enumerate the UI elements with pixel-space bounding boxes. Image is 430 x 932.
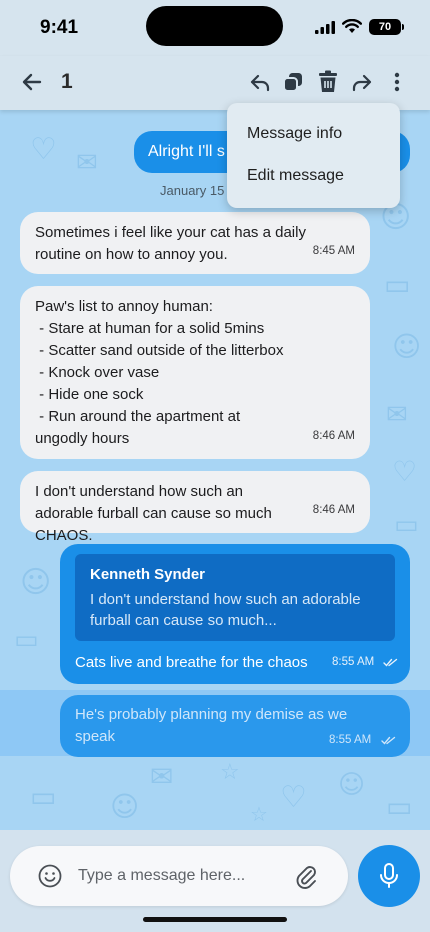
microphone-icon: [380, 863, 398, 888]
chat-doodle: ▭: [14, 625, 39, 655]
chat-doodle: ▭: [394, 510, 419, 540]
envelope-doodle: ✉: [386, 400, 408, 430]
signal-icon: [315, 21, 335, 34]
overflow-menu: Message info Edit message: [227, 103, 400, 208]
message-bubble-incoming[interactable]: I don't understand how such an adorable …: [20, 471, 370, 544]
message-input[interactable]: [78, 864, 278, 888]
dynamic-island: [146, 6, 283, 46]
heart-doodle: ♡: [30, 132, 57, 167]
date-separator: January 15: [160, 183, 225, 198]
smiley-doodle: ☺: [392, 330, 422, 363]
battery-tip: [402, 24, 404, 30]
back-arrow-icon[interactable]: [16, 66, 48, 98]
wifi-icon: [342, 19, 362, 33]
heart-doodle: ♡: [392, 455, 418, 488]
reply-icon[interactable]: [244, 66, 276, 98]
message-bubble-outgoing-selected[interactable]: He's probably planning my demise as we s…: [60, 695, 410, 757]
double-check-icon: [383, 658, 398, 667]
message-text: Alright I'll s: [148, 143, 225, 160]
reply-quote-author: Kenneth Synder: [90, 566, 206, 583]
battery-indicator: 70: [369, 19, 401, 35]
forward-icon[interactable]: [346, 66, 378, 98]
microphone-button[interactable]: [358, 845, 420, 907]
copy-icon[interactable]: [277, 66, 309, 98]
chat-doodle: ▭: [386, 790, 413, 823]
message-time: 8:45 AM: [312, 245, 355, 257]
envelope-doodle: ✉: [76, 148, 98, 178]
star-doodle: ☆: [220, 760, 240, 785]
message-time: 8:46 AM: [312, 504, 355, 516]
message-bubble-outgoing[interactable]: Kenneth Synder I don't understand how su…: [60, 544, 410, 684]
message-line: - Knock over vase: [35, 364, 160, 381]
status-bar: 9:41 70: [0, 0, 430, 56]
envelope-doodle: ✉: [150, 760, 174, 793]
message-text: Cats live and breathe for the chaos: [75, 654, 308, 671]
chat-doodle: ▭: [384, 268, 411, 301]
menu-item-message-info[interactable]: Message info: [227, 113, 400, 155]
more-vertical-icon[interactable]: [381, 66, 413, 98]
message-time: 8:55 AM: [332, 656, 375, 668]
reply-quote[interactable]: Kenneth Synder I don't understand how su…: [75, 554, 395, 641]
message-time: 8:46 AM: [312, 430, 355, 442]
paperclip-icon[interactable]: [294, 862, 318, 890]
trash-icon[interactable]: [312, 66, 344, 98]
emoji-icon[interactable]: [38, 864, 62, 888]
smiley-doodle: ☺: [338, 770, 366, 800]
message-time: 8:55 AM: [329, 734, 372, 746]
message-composer: [10, 846, 348, 906]
smiley-doodle: ☺: [20, 565, 52, 600]
message-text: I don't understand how such an adorable …: [35, 483, 272, 544]
message-line: - Hide one sock: [35, 386, 144, 403]
star-doodle: ☆: [250, 802, 268, 826]
message-text: Sometimes i feel like your cat has a dai…: [35, 224, 306, 263]
reply-quote-text: I don't understand how such an adorable …: [90, 591, 361, 629]
home-indicator: [143, 917, 287, 922]
message-line: - Scatter sand outside of the litterbox: [35, 342, 284, 359]
message-line: - Run around the apartment at ungodly ho…: [35, 408, 245, 447]
heart-doodle: ♡: [280, 780, 307, 815]
message-line: - Stare at human for a solid 5mins: [35, 320, 265, 337]
selection-toolbar: 1: [0, 56, 430, 110]
menu-item-edit-message[interactable]: Edit message: [227, 155, 400, 197]
message-bubble-incoming[interactable]: Paw's list to annoy human: - Stare at hu…: [20, 286, 370, 459]
selected-count: 1: [61, 70, 73, 93]
smiley-doodle: ☺: [110, 790, 140, 823]
message-line: Paw's list to annoy human:: [35, 298, 213, 315]
message-bubble-incoming[interactable]: Sometimes i feel like your cat has a dai…: [20, 212, 370, 274]
status-time: 9:41: [40, 17, 79, 38]
double-check-icon: [381, 736, 396, 745]
chat-doodle: ▭: [30, 780, 57, 813]
